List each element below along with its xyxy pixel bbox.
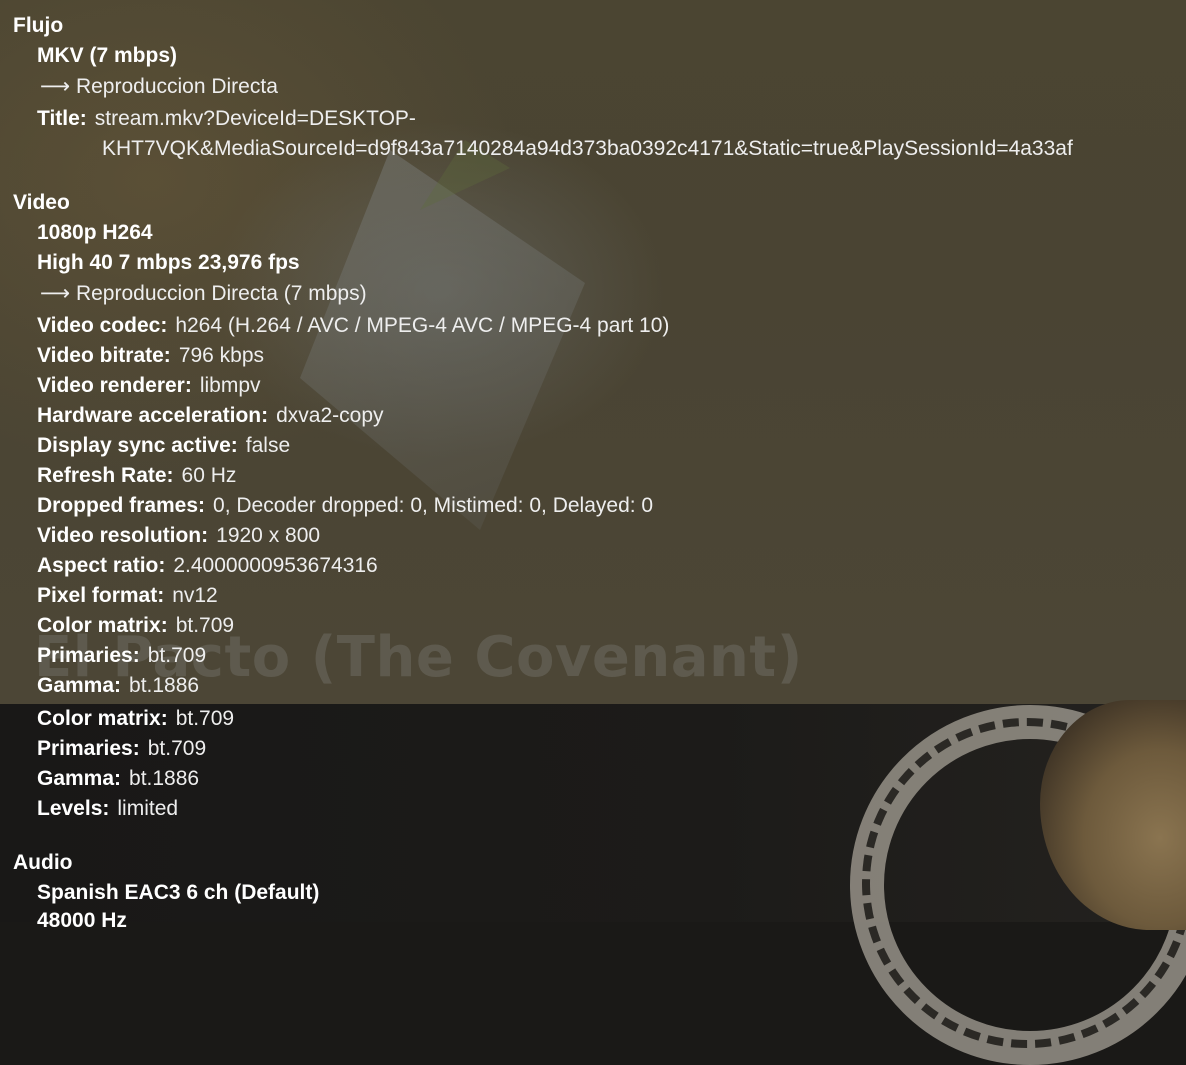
stat-label: Gamma: [37, 674, 122, 697]
stat-value: false [245, 434, 291, 457]
stat-label: Gamma: [37, 767, 122, 790]
stat-label: Primaries: [37, 737, 140, 760]
stat-output-color-matrix: Color matrix: bt.709 [37, 707, 234, 731]
stat-pixel-format: Pixel format: nv12 [37, 584, 218, 608]
video-play-mode: ⟶ Reproduccion Directa (7 mbps) [40, 282, 367, 305]
stat-value: bt.709 [175, 614, 235, 637]
audio-heading: Audio [13, 851, 73, 874]
stat-value: bt.709 [147, 644, 207, 667]
video-heading: Video [13, 191, 70, 214]
stat-label: Color matrix: [37, 614, 168, 637]
stream-heading: Flujo [13, 14, 64, 37]
stat-levels: Levels: limited [37, 797, 178, 821]
stat-label: Primaries: [37, 644, 140, 667]
stat-gamma: Gamma: bt.1886 [37, 674, 199, 698]
stream-title-row: Title: stream.mkv?DeviceId=DESKTOP- [37, 107, 416, 131]
stat-refresh-rate: Refresh Rate: 60 Hz [37, 464, 236, 488]
stat-video-resolution: Video resolution: 1920 x 800 [37, 524, 320, 548]
stat-label: Video codec: [37, 314, 168, 337]
stat-output-gamma: Gamma: bt.1886 [37, 767, 199, 791]
stat-label: Hardware acceleration: [37, 404, 269, 427]
stat-video-codec: Video codec: h264 (H.264 / AVC / MPEG-4 A… [37, 314, 669, 338]
stream-container: MKV (7 mbps) [37, 44, 178, 67]
stat-label: Color matrix: [37, 707, 168, 730]
stat-dropped-frames: Dropped frames: 0, Decoder dropped: 0, Mi… [37, 494, 653, 518]
stat-value: bt.1886 [129, 767, 200, 790]
stat-value: bt.1886 [129, 674, 200, 697]
stat-value: 1920 x 800 [216, 524, 321, 547]
stream-title-label: Title: [37, 107, 87, 130]
video-profile: High 40 7 mbps 23,976 fps [37, 251, 300, 274]
stat-label: Video resolution: [37, 524, 209, 547]
video-resolution-codec: 1080p H264 [37, 221, 153, 244]
stat-value: nv12 [172, 584, 218, 607]
stat-display-sync: Display sync active: false [37, 434, 290, 458]
stat-label: Pixel format: [37, 584, 165, 607]
stat-value: bt.709 [147, 737, 207, 760]
stream-play-mode: ⟶ Reproduccion Directa [40, 75, 278, 98]
audio-sample-rate: 48000 Hz [37, 909, 127, 932]
stat-value: limited [117, 797, 179, 820]
stat-value: 0, Decoder dropped: 0, Mistimed: 0, Dela… [213, 494, 654, 517]
stat-value: bt.709 [175, 707, 235, 730]
stat-value: 796 kbps [178, 344, 265, 367]
stat-video-bitrate: Video bitrate: 796 kbps [37, 344, 264, 368]
audio-track: Spanish EAC3 6 ch (Default) [37, 881, 320, 904]
stat-primaries: Primaries: bt.709 [37, 644, 206, 668]
stat-label: Dropped frames: [37, 494, 206, 517]
stat-label: Levels: [37, 797, 110, 820]
stat-value: h264 (H.264 / AVC / MPEG-4 AVC / MPEG-4 … [175, 314, 670, 337]
stat-value: dxva2-copy [276, 404, 384, 427]
stat-label: Video bitrate: [37, 344, 171, 367]
playback-stats-overlay: Flujo MKV (7 mbps) ⟶ Reproduccion Direct… [0, 0, 1186, 932]
stat-label: Display sync active: [37, 434, 238, 457]
stat-value: 60 Hz [181, 464, 237, 487]
stat-video-renderer: Video renderer: libmpv [37, 374, 261, 398]
stat-value: libmpv [199, 374, 261, 397]
stat-label: Video renderer: [37, 374, 192, 397]
stat-output-primaries: Primaries: bt.709 [37, 737, 206, 761]
stream-title-value: stream.mkv?DeviceId=DESKTOP- [94, 107, 416, 130]
stat-label: Aspect ratio: [37, 554, 166, 577]
stat-color-matrix: Color matrix: bt.709 [37, 614, 234, 638]
stat-hardware-acceleration: Hardware acceleration: dxva2-copy [37, 404, 384, 428]
stream-title-value-continued: KHT7VQK&MediaSourceId=d9f843a7140284a94d… [102, 137, 1073, 160]
stat-value: 2.4000000953674316 [173, 554, 378, 577]
stat-label: Refresh Rate: [37, 464, 174, 487]
stat-aspect-ratio: Aspect ratio: 2.4000000953674316 [37, 554, 378, 578]
